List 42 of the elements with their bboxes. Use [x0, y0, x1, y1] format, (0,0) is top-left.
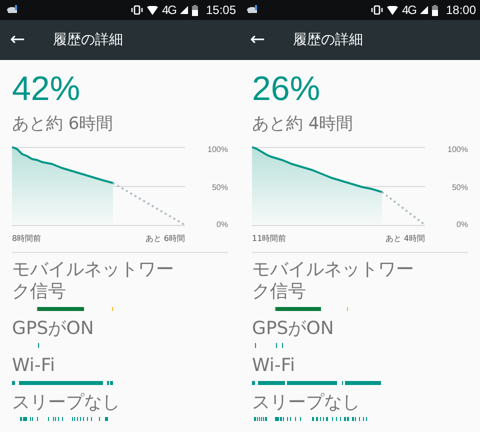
percent-axis-label: 0%	[215, 221, 228, 230]
percent-axis-label: 50%	[210, 184, 228, 192]
time-remaining: あと約 4時間	[252, 114, 354, 134]
notification-icon	[246, 4, 260, 16]
vibrate-icon	[370, 5, 383, 15]
signal-label: GPSがON	[12, 318, 95, 340]
cell-signal-icon	[420, 6, 428, 14]
screen-title: 履歴の詳細	[293, 30, 364, 50]
battery-percentage: 26%	[252, 72, 322, 106]
back-button[interactable]: ←	[0, 31, 38, 49]
prediction-line	[381, 192, 425, 226]
activity-bar	[255, 343, 283, 348]
time-axis-label: あと 6時間	[145, 235, 185, 244]
notification-icon	[6, 4, 20, 16]
network-type: 4G	[402, 2, 416, 19]
signal-label: GPSがON	[252, 318, 335, 340]
battery-icon	[192, 4, 198, 16]
clock-time: 18:00	[446, 2, 476, 19]
cell-signal-icon	[180, 6, 188, 14]
vibrate-icon	[130, 5, 143, 15]
percent-axis-label: 0%	[455, 221, 468, 230]
back-button[interactable]: ←	[240, 31, 278, 49]
signal-label: スリープなし	[252, 392, 361, 414]
time-axis-label: 11時間前	[252, 235, 286, 244]
signal-label: モバイルネットワーク信号	[252, 259, 415, 303]
screen-title: 履歴の詳細	[53, 30, 124, 50]
signal-label: スリープなし	[12, 392, 121, 414]
percent-axis-label: 50%	[450, 184, 468, 192]
signal-label: Wi-Fi	[252, 355, 296, 377]
battery-percentage: 42%	[12, 72, 82, 106]
signal-label: Wi-Fi	[12, 355, 56, 377]
wifi-icon	[146, 6, 158, 14]
percent-axis-label: 100%	[446, 146, 468, 154]
time-remaining: あと約 6時間	[12, 114, 114, 134]
battery-icon	[432, 4, 438, 16]
signal-label: モバイルネットワーク信号	[12, 259, 175, 303]
network-type: 4G	[162, 2, 176, 19]
percent-axis-label: 100%	[206, 146, 228, 154]
clock-time: 15:05	[206, 2, 236, 19]
time-axis-label: あと 4時間	[385, 235, 425, 244]
wifi-icon	[386, 6, 398, 14]
time-axis-label: 8時間前	[12, 235, 42, 244]
